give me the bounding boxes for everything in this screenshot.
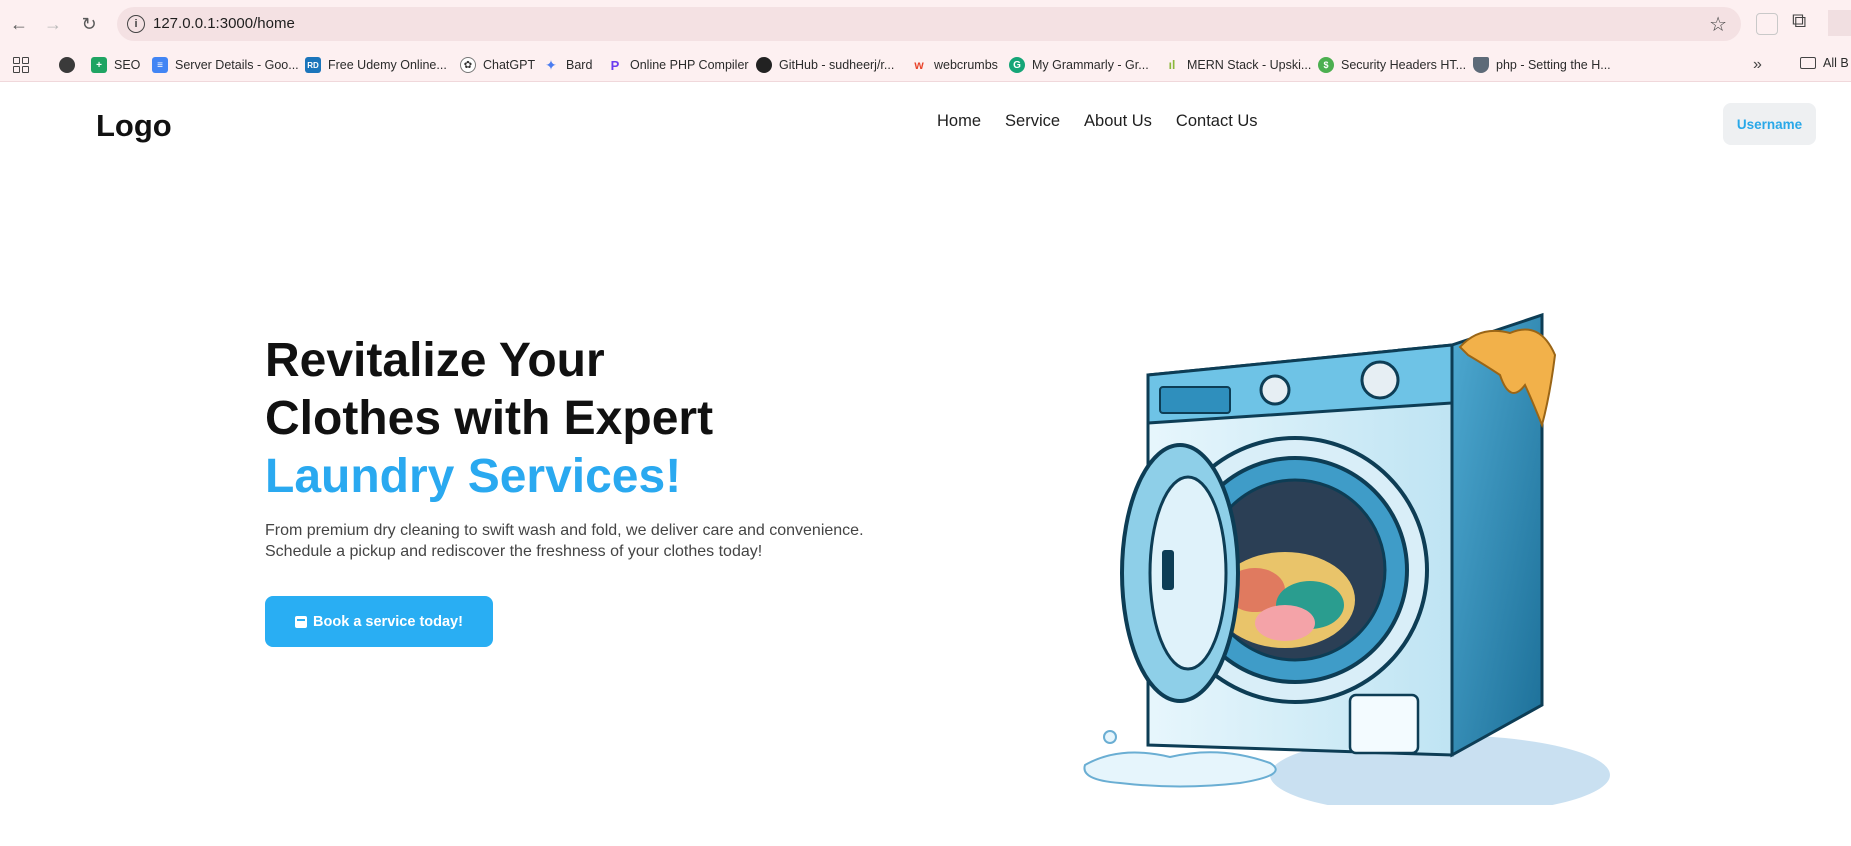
forward-icon[interactable]: → bbox=[38, 9, 68, 39]
bookmark-label: My Grammarly - Gr... bbox=[1032, 58, 1149, 72]
bookmark-udemy[interactable]: RD Free Udemy Online... bbox=[305, 55, 447, 75]
bookmark-label: webcrumbs bbox=[934, 58, 998, 72]
hero-title-line1: Revitalize Your bbox=[265, 334, 605, 387]
bookmark-bard[interactable]: ✦ Bard bbox=[543, 55, 592, 75]
bookmark-label: SEO bbox=[114, 58, 141, 72]
apps-icon[interactable] bbox=[13, 57, 29, 73]
shield-icon bbox=[1473, 57, 1489, 73]
bookmark-mern[interactable]: ıl MERN Stack - Upski... bbox=[1164, 55, 1312, 75]
main-nav: Home Service About Us Contact Us bbox=[937, 112, 1258, 131]
bookmark-security-headers[interactable]: $ Security Headers HT... bbox=[1318, 55, 1466, 75]
sheets-icon: + bbox=[91, 57, 107, 73]
star-icon[interactable]: ☆ bbox=[1709, 12, 1727, 37]
username-button[interactable]: Username bbox=[1723, 103, 1816, 145]
hero-title: Revitalize Your Clothes with Expert Laun… bbox=[265, 332, 905, 506]
security-icon: $ bbox=[1318, 57, 1334, 73]
bookmark-label: MERN Stack - Upski... bbox=[1187, 58, 1312, 72]
bookmark-server-details[interactable]: ≡ Server Details - Goo... bbox=[152, 55, 299, 75]
nav-about-us[interactable]: About Us bbox=[1084, 112, 1152, 131]
webcrumbs-icon: w bbox=[914, 58, 924, 72]
bookmark-seo[interactable]: + SEO bbox=[91, 55, 140, 75]
bard-icon: ✦ bbox=[545, 56, 557, 73]
bookmark-label: ChatGPT bbox=[483, 58, 536, 72]
washing-machine-illustration bbox=[1083, 312, 1610, 805]
url-text[interactable]: 127.0.0.1:3000/home bbox=[153, 15, 295, 32]
book-service-label: Book a service today! bbox=[313, 613, 463, 630]
hero-description: From premium dry cleaning to swift wash … bbox=[265, 522, 864, 560]
nav-contact-us[interactable]: Contact Us bbox=[1176, 112, 1258, 131]
profile-icon[interactable] bbox=[1828, 10, 1851, 36]
bookmark-php-setting[interactable]: php - Setting the H... bbox=[1473, 55, 1611, 75]
hero-title-line2: Clothes with Expert bbox=[265, 392, 714, 445]
bookmark-label: GitHub - sudheerj/r... bbox=[779, 58, 895, 72]
github-icon bbox=[756, 57, 772, 73]
bookmarks-bar: + SEO ≡ Server Details - Goo... RD Free … bbox=[0, 48, 1851, 82]
browser-toolbar: ← → ↻ i 127.0.0.1:3000/home ☆ ⧉ bbox=[0, 0, 1851, 48]
nav-home[interactable]: Home bbox=[937, 112, 981, 131]
bookmark-label: Security Headers HT... bbox=[1341, 58, 1467, 72]
docs-icon: ≡ bbox=[152, 57, 168, 73]
hero-title-accent: Laundry Services! bbox=[265, 450, 682, 503]
bookmark-globe[interactable] bbox=[59, 55, 82, 75]
address-bar[interactable]: i 127.0.0.1:3000/home ☆ bbox=[117, 7, 1741, 41]
bookmark-grammarly[interactable]: G My Grammarly - Gr... bbox=[1009, 55, 1149, 75]
bookmark-github[interactable]: GitHub - sudheerj/r... bbox=[756, 55, 894, 75]
bookmark-chatgpt[interactable]: ✿ ChatGPT bbox=[460, 55, 535, 75]
all-bookmarks-label: All B bbox=[1823, 56, 1849, 70]
back-icon[interactable]: ← bbox=[4, 9, 34, 39]
php-compiler-icon: P bbox=[610, 57, 620, 73]
book-service-button[interactable]: Book a service today! bbox=[265, 596, 493, 647]
chevron-double-right-icon[interactable]: » bbox=[1753, 56, 1762, 74]
site-info-icon[interactable]: i bbox=[127, 15, 145, 33]
folder-icon bbox=[1800, 57, 1816, 69]
shop-icon bbox=[295, 615, 308, 628]
globe-icon bbox=[59, 57, 75, 73]
chatgpt-icon: ✿ bbox=[460, 57, 476, 73]
page-content: Logo Home Service About Us Contact Us Us… bbox=[0, 83, 1851, 846]
bookmark-label: Free Udemy Online... bbox=[328, 58, 447, 72]
bookmark-label: Online PHP Compiler bbox=[630, 58, 749, 72]
nav-service[interactable]: Service bbox=[1005, 112, 1060, 131]
bookmark-label: php - Setting the H... bbox=[1496, 58, 1611, 72]
puzzle-icon[interactable]: ⧉ bbox=[1792, 10, 1806, 33]
grammarly-icon: G bbox=[1009, 57, 1025, 73]
bookmark-webcrumbs[interactable]: w webcrumbs bbox=[911, 55, 998, 75]
site-logo[interactable]: Logo bbox=[96, 108, 172, 144]
extension-icon[interactable] bbox=[1756, 13, 1778, 35]
bookmark-php-compiler[interactable]: P Online PHP Compiler bbox=[607, 55, 749, 75]
reload-icon[interactable]: ↻ bbox=[74, 9, 104, 39]
bookmark-label: Server Details - Goo... bbox=[175, 58, 299, 72]
rd-icon: RD bbox=[305, 57, 321, 73]
bookmark-label: Bard bbox=[566, 58, 593, 72]
all-bookmarks[interactable]: All B bbox=[1800, 56, 1849, 70]
mern-icon: ıl bbox=[1168, 58, 1176, 72]
